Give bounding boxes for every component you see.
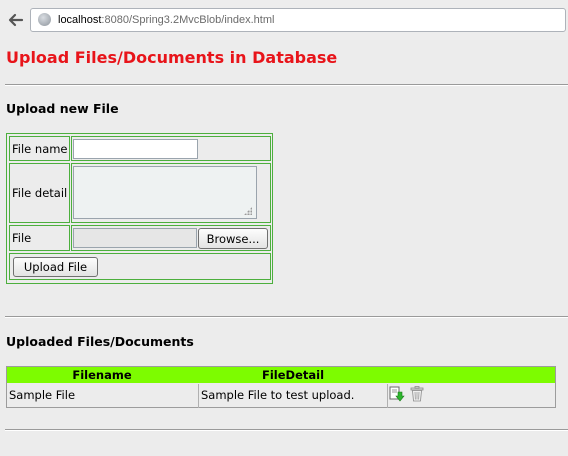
browser-address-bar: localhost:8080/Spring3.2MvcBlob/index.ht…	[0, 0, 568, 40]
upload-section-heading: Upload new File	[6, 101, 119, 116]
upload-file-button[interactable]: Upload File	[13, 257, 98, 277]
file-detail-input-cell	[71, 163, 271, 223]
divider	[5, 84, 568, 86]
file-detail-label-cell: File detail	[9, 163, 70, 223]
trash-icon[interactable]	[410, 386, 424, 402]
file-name-label: File name	[12, 142, 68, 156]
files-table: Filename FileDetail Sample File Sample F…	[6, 366, 556, 408]
file-detail-label: File detail	[12, 186, 68, 200]
files-section-heading: Uploaded Files/Documents	[6, 334, 194, 349]
file-name-label-cell: File name	[9, 136, 70, 161]
divider	[5, 316, 568, 318]
url-host: localhost	[58, 14, 102, 26]
file-label: File	[12, 231, 32, 245]
table-cell-filename: Sample File	[9, 388, 76, 402]
globe-icon	[38, 13, 51, 26]
page-title: Upload Files/Documents in Database	[6, 48, 338, 67]
column-header-filename: Filename	[7, 367, 197, 383]
file-detail-textarea[interactable]	[73, 166, 257, 219]
column-header-actions	[389, 367, 555, 383]
url-path: :8080/Spring3.2MvcBlob/index.html	[101, 14, 275, 26]
file-name-input[interactable]	[73, 139, 198, 159]
back-arrow-icon[interactable]	[7, 11, 25, 29]
file-path-field[interactable]	[73, 228, 197, 248]
url-field[interactable]: localhost:8080/Spring3.2MvcBlob/index.ht…	[30, 8, 566, 32]
file-name-input-cell	[71, 136, 271, 161]
download-icon[interactable]	[389, 386, 405, 402]
column-header-filedetail: FileDetail	[197, 367, 389, 383]
upload-form: File name File detail File Browse... Upl…	[6, 133, 273, 284]
url-text: localhost:8080/Spring3.2MvcBlob/index.ht…	[58, 13, 274, 27]
submit-cell: Upload File	[9, 253, 271, 280]
browse-button[interactable]: Browse...	[198, 228, 268, 249]
column-separator	[387, 384, 388, 408]
divider	[5, 429, 568, 431]
file-label-cell: File	[9, 225, 70, 251]
table-cell-detail: Sample File to test upload.	[201, 388, 355, 402]
file-input-cell: Browse...	[71, 225, 271, 251]
